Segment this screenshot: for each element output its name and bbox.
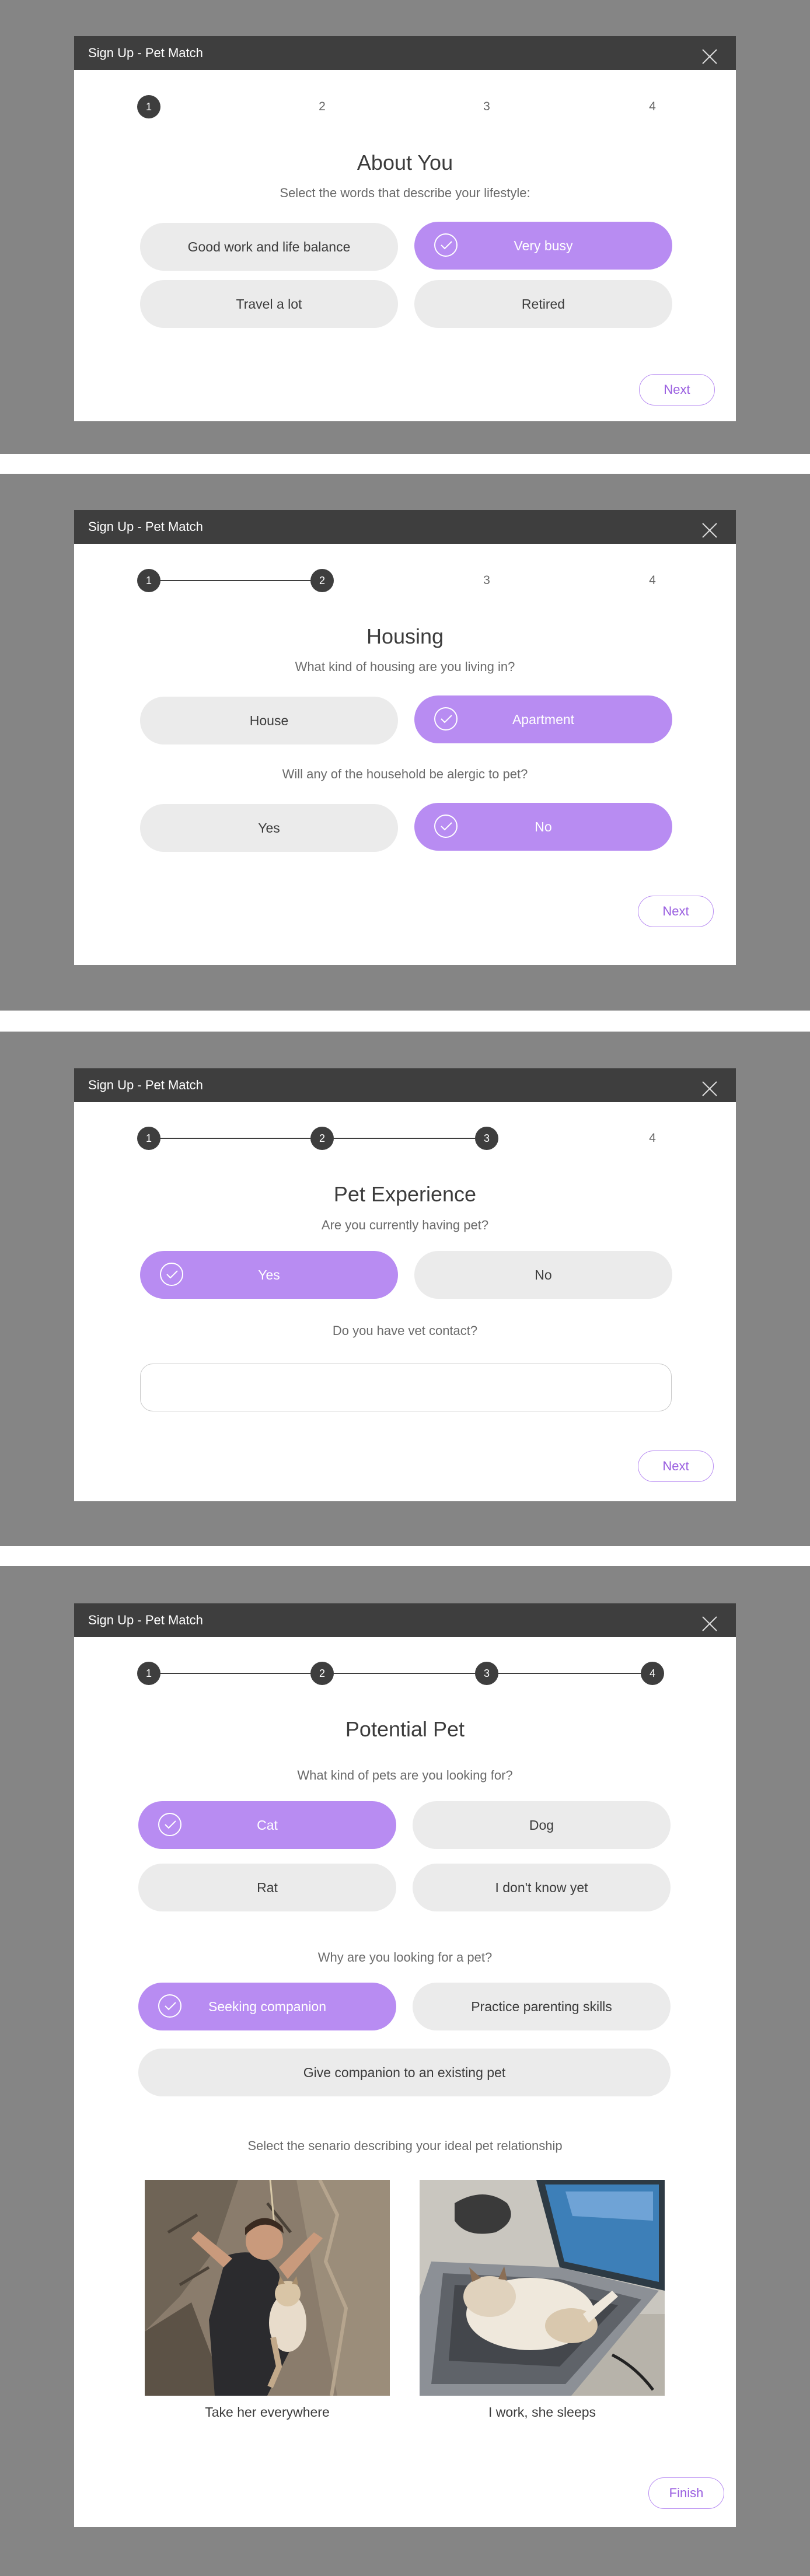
check-icon (434, 233, 458, 257)
reason-question: Why are you looking for a pet? (317, 1950, 493, 1965)
option-very-busy[interactable]: Very busy (414, 222, 672, 270)
step-4: 4 (649, 100, 656, 113)
step-1-active: 1 (137, 95, 160, 118)
option-good-work-life-balance[interactable]: Good work and life balance (140, 223, 398, 271)
pet-type-question: What kind of pets are you looking for? (297, 1768, 513, 1782)
step-4: 4 (649, 574, 656, 587)
step-connector (149, 580, 322, 581)
option-practice-parenting[interactable]: Practice parenting skills (413, 1983, 671, 2030)
signup-modal-step-4: Sign Up - Pet Match 1 2 3 4 Potential Pe… (74, 1603, 736, 2527)
option-has-pet-no[interactable]: No (414, 1251, 672, 1299)
modal-header: Sign Up - Pet Match (74, 36, 736, 70)
option-seeking-companion[interactable]: Seeking companion (138, 1983, 396, 2030)
option-label: Very busy (514, 237, 573, 253)
signup-modal-step-3: Sign Up - Pet Match 1 2 3 4 Pet Experien… (74, 1068, 736, 1501)
step-connector (149, 1673, 652, 1674)
option-label: Dog (529, 1817, 554, 1833)
option-allergy-no[interactable]: No (414, 803, 672, 851)
climber-with-cat-photo[interactable] (145, 2180, 390, 2396)
option-cat[interactable]: Cat (138, 1801, 396, 1849)
option-label: I don't know yet (495, 1879, 588, 1895)
step-2-done: 2 (310, 1662, 334, 1685)
finish-button[interactable]: Finish (648, 2477, 724, 2509)
close-icon[interactable] (701, 518, 718, 538)
step-2-active: 2 (310, 569, 334, 592)
current-pet-question: Are you currently having pet? (321, 1218, 489, 1232)
option-retired[interactable]: Retired (414, 280, 672, 328)
close-icon[interactable] (701, 1076, 718, 1096)
signup-modal-step-2: Sign Up - Pet Match 1 2 3 4 Housing What… (74, 510, 736, 965)
step-2-done: 2 (310, 1127, 334, 1150)
option-label: Cat (257, 1817, 278, 1833)
close-icon[interactable] (701, 1612, 718, 1631)
option-label: Seeking companion (208, 1998, 327, 2014)
option-label: Give companion to an existing pet (303, 2064, 506, 2080)
page-title: Housing (366, 624, 444, 648)
step-1-done: 1 (137, 569, 160, 592)
option-dog[interactable]: Dog (413, 1801, 671, 1849)
option-label: House (249, 712, 289, 728)
check-icon (158, 1994, 181, 2018)
next-button[interactable]: Next (638, 1450, 714, 1482)
close-icon[interactable] (701, 44, 718, 64)
option-label: Yes (258, 1267, 280, 1282)
option-label: Practice parenting skills (471, 1998, 612, 2014)
option-label: No (535, 819, 552, 834)
check-icon (434, 707, 458, 730)
next-button[interactable]: Next (639, 374, 715, 406)
progress-stepper: 1 2 3 4 (74, 1126, 736, 1151)
option-label: Travel a lot (236, 296, 302, 312)
option-dont-know[interactable]: I don't know yet (413, 1864, 671, 1911)
check-icon (160, 1263, 183, 1286)
check-icon (434, 815, 458, 838)
modal-title: Sign Up - Pet Match (88, 46, 203, 60)
option-label: Retired (521, 296, 565, 312)
page-title: About You (357, 151, 453, 174)
page-title: Potential Pet (345, 1717, 465, 1741)
scenario-caption: I work, she sleeps (488, 2404, 596, 2420)
signup-modal-step-1: Sign Up - Pet Match 1 2 3 4 About You Se… (74, 36, 736, 421)
vet-contact-question: Do you have vet contact? (332, 1323, 478, 1338)
step-3: 3 (483, 100, 490, 113)
progress-stepper: 1 2 3 4 (74, 1661, 736, 1686)
modal-header: Sign Up - Pet Match (74, 510, 736, 544)
option-companion-existing-pet[interactable]: Give companion to an existing pet (138, 2049, 671, 2096)
step-3-done: 3 (475, 1662, 498, 1685)
option-label: Rat (257, 1879, 278, 1895)
option-label: No (535, 1267, 552, 1282)
modal-title: Sign Up - Pet Match (88, 519, 203, 534)
progress-stepper: 1 2 3 4 (74, 568, 736, 593)
option-apartment[interactable]: Apartment (414, 695, 672, 743)
step-4: 4 (649, 1131, 656, 1145)
lifestyle-question: Select the words that describe your life… (280, 186, 530, 200)
modal-title: Sign Up - Pet Match (88, 1613, 203, 1627)
housing-question: What kind of housing are you living in? (295, 659, 515, 674)
option-travel-a-lot[interactable]: Travel a lot (140, 280, 398, 328)
cat-sleeping-on-laptop-photo[interactable] (420, 2180, 665, 2396)
option-label: Apartment (512, 711, 575, 727)
option-has-pet-yes[interactable]: Yes (140, 1251, 398, 1299)
allergy-question: Will any of the household be alergic to … (282, 767, 528, 781)
vet-contact-input[interactable] (140, 1364, 672, 1411)
step-4-active: 4 (641, 1662, 664, 1685)
step-1-done: 1 (137, 1127, 160, 1150)
option-allergy-yes[interactable]: Yes (140, 804, 398, 852)
next-button[interactable]: Next (638, 896, 714, 927)
page-title: Pet Experience (333, 1182, 477, 1206)
option-house[interactable]: House (140, 697, 398, 745)
step-1-done: 1 (137, 1662, 160, 1685)
check-icon (158, 1813, 181, 1836)
progress-stepper: 1 2 3 4 (74, 95, 736, 119)
step-2: 2 (319, 100, 326, 113)
option-label: Yes (258, 820, 280, 836)
scenario-caption: Take her everywhere (205, 2404, 330, 2420)
step-3-active: 3 (475, 1127, 498, 1150)
modal-header: Sign Up - Pet Match (74, 1068, 736, 1102)
option-rat[interactable]: Rat (138, 1864, 396, 1911)
modal-title: Sign Up - Pet Match (88, 1078, 203, 1092)
scenario-question: Select the senario describing your ideal… (247, 2138, 563, 2153)
option-label: Good work and life balance (187, 239, 351, 254)
step-3: 3 (483, 574, 490, 587)
modal-header: Sign Up - Pet Match (74, 1603, 736, 1637)
